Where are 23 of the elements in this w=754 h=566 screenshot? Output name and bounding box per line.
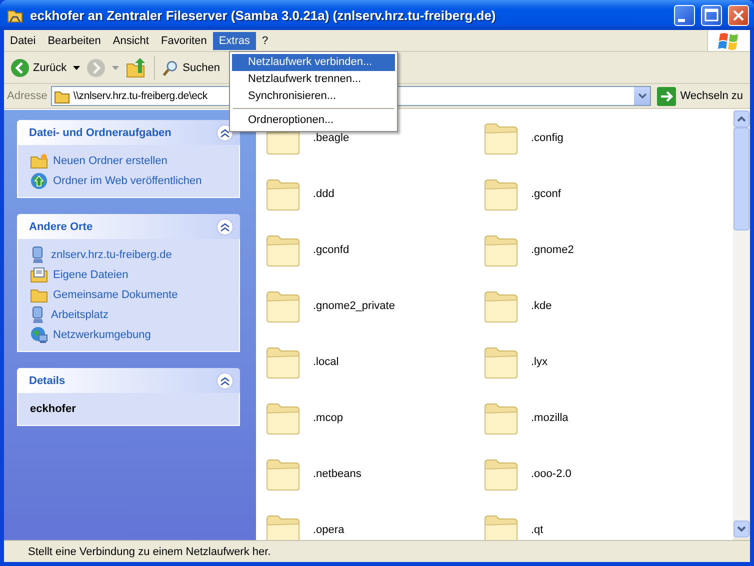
details-name: eckhofer: [30, 402, 77, 417]
folder-name: .gconf: [531, 188, 561, 200]
pane-title: Andere Orte: [29, 220, 93, 232]
folder-name: .lyx: [531, 356, 548, 368]
folder-name: .gnome2_private: [313, 300, 395, 312]
folder-name: .ooo-2.0: [531, 468, 572, 480]
folder-name: .config: [531, 132, 564, 144]
folder-name: .ddd: [313, 188, 334, 200]
folder-name: .gconfd: [313, 244, 350, 256]
address-label: Adresse: [7, 90, 48, 102]
pane-title: Datei- und Ordneraufgaben: [29, 126, 172, 138]
folder-name: .local: [313, 356, 339, 368]
folder-name: .mcop: [313, 412, 343, 424]
folder-name: .gnome2: [531, 244, 574, 256]
folder-name: .netbeans: [313, 468, 362, 480]
pane-title: Details: [29, 374, 66, 386]
folder-name: .mozilla: [531, 412, 568, 424]
window-title: eckhofer an Zentraler Fileserver (Samba 3.0.21a) (znlserv.hrz.tu-freiberg.de): [30, 8, 497, 22]
folder-name: .qt: [531, 524, 544, 536]
folder-name: .beagle: [313, 132, 350, 144]
status-text: Stellt eine Verbindung zu einem Netzlaufwerk her.: [28, 546, 271, 558]
folder-name: .kde: [531, 300, 552, 312]
folder-name: .opera: [313, 524, 344, 536]
